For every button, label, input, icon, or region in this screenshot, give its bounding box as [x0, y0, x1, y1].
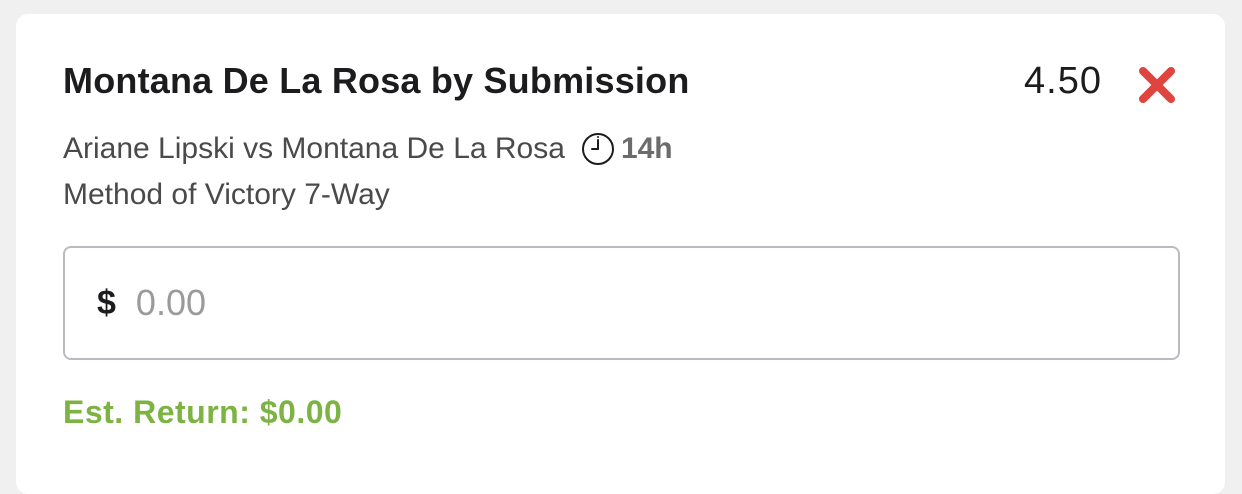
bet-slip-card: Montana De La Rosa by Submission 4.50 Ar…	[16, 14, 1225, 494]
selection-title: Montana De La Rosa by Submission	[63, 60, 690, 101]
estimated-return: Est. Return: $0.00	[63, 394, 343, 430]
close-icon	[1139, 67, 1175, 103]
remove-selection-button[interactable]	[1136, 64, 1178, 106]
clock-icon	[581, 133, 614, 165]
odds-value: 4.50	[1024, 60, 1102, 102]
currency-symbol: $	[97, 283, 116, 322]
matchup-label: Ariane Lipski vs Montana De La Rosa	[63, 132, 565, 165]
market-label: Method of Victory 7-Way	[63, 178, 390, 211]
stake-field[interactable]: $	[63, 246, 1180, 360]
event-info: Ariane Lipski vs Montana De La Rosa 14h	[63, 132, 673, 166]
countdown-label: 14h	[620, 132, 673, 165]
stake-input[interactable]	[135, 282, 1036, 324]
